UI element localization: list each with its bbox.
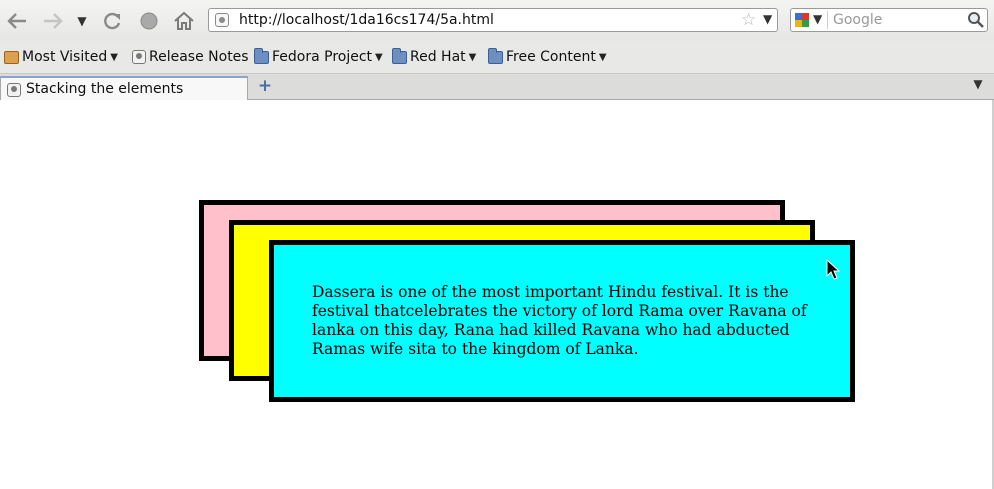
bookmarks-toolbar: Most Visited ▼ Release Notes Fedora Proj… xyxy=(0,41,994,74)
forward-arrow-icon xyxy=(44,13,63,29)
chevron-down-icon: ▼ xyxy=(973,77,983,91)
most-visited-icon xyxy=(4,50,19,64)
stop-icon xyxy=(140,12,158,30)
stacked-box-front: Dassera is one of the most important Hin… xyxy=(269,240,855,402)
chevron-down-icon: ▼ xyxy=(598,51,607,63)
url-dropdown-button[interactable]: ▼ xyxy=(763,12,772,26)
magnifier-icon[interactable] xyxy=(967,11,985,29)
bookmark-label: Free Content xyxy=(506,49,596,65)
navigation-toolbar: ▼ http://localhost/1da16cs174/5a.html ☆ … xyxy=(0,0,994,41)
tab-active[interactable]: Stacking the elements xyxy=(0,76,248,100)
reload-button[interactable] xyxy=(101,9,125,33)
reload-icon xyxy=(104,12,121,30)
search-divider xyxy=(827,11,828,29)
back-button[interactable] xyxy=(4,9,30,33)
chevron-down-icon: ▼ xyxy=(110,51,118,63)
folder-icon xyxy=(392,47,407,64)
bookmark-fedora-project[interactable]: Fedora Project ▼ xyxy=(254,47,383,66)
engine-dropdown-icon[interactable]: ▼ xyxy=(813,12,822,26)
chevron-down-icon: ▼ xyxy=(468,51,477,63)
home-button[interactable] xyxy=(172,9,196,33)
bookmark-star-icon[interactable]: ☆ xyxy=(741,10,756,30)
stop-button[interactable] xyxy=(137,9,161,33)
page-content: Dassera is one of the most important Hin… xyxy=(0,100,994,489)
tab-strip: Stacking the elements + ▼ xyxy=(0,74,994,100)
chevron-down-icon: ▼ xyxy=(77,14,87,28)
back-arrow-icon xyxy=(7,13,26,29)
folder-icon xyxy=(488,47,503,64)
new-tab-button[interactable]: + xyxy=(256,76,274,96)
chevron-down-icon: ▼ xyxy=(375,51,383,63)
bookmark-red-hat[interactable]: Red Hat ▼ xyxy=(392,47,477,66)
festival-paragraph: Dassera is one of the most important Hin… xyxy=(312,283,807,358)
site-identity-icon[interactable] xyxy=(215,13,229,27)
mouse-cursor-icon xyxy=(826,259,840,280)
bookmark-label: Red Hat xyxy=(410,49,466,65)
bookmark-label: Fedora Project xyxy=(272,49,373,65)
history-dropdown-button[interactable]: ▼ xyxy=(74,9,90,33)
url-bar[interactable]: http://localhost/1da16cs174/5a.html ☆ ▼ xyxy=(208,8,778,32)
bookmark-most-visited[interactable]: Most Visited ▼ xyxy=(4,48,118,66)
page-icon xyxy=(132,50,146,64)
bookmark-label: Release Notes xyxy=(149,49,249,65)
google-engine-icon[interactable] xyxy=(794,12,810,28)
home-icon xyxy=(174,11,194,30)
tab-list-button[interactable]: ▼ xyxy=(970,77,986,95)
plus-icon: + xyxy=(257,76,273,96)
search-bar[interactable]: ▼ Google xyxy=(790,8,988,32)
page-icon xyxy=(7,83,21,97)
search-input[interactable]: Google xyxy=(833,12,882,28)
url-text[interactable]: http://localhost/1da16cs174/5a.html xyxy=(239,12,494,28)
bookmark-release-notes[interactable]: Release Notes xyxy=(132,48,249,66)
bookmark-free-content[interactable]: Free Content ▼ xyxy=(488,47,607,66)
folder-icon xyxy=(254,47,269,64)
bookmark-label: Most Visited xyxy=(22,49,108,65)
forward-button[interactable] xyxy=(40,9,66,33)
tab-title: Stacking the elements xyxy=(26,81,184,97)
